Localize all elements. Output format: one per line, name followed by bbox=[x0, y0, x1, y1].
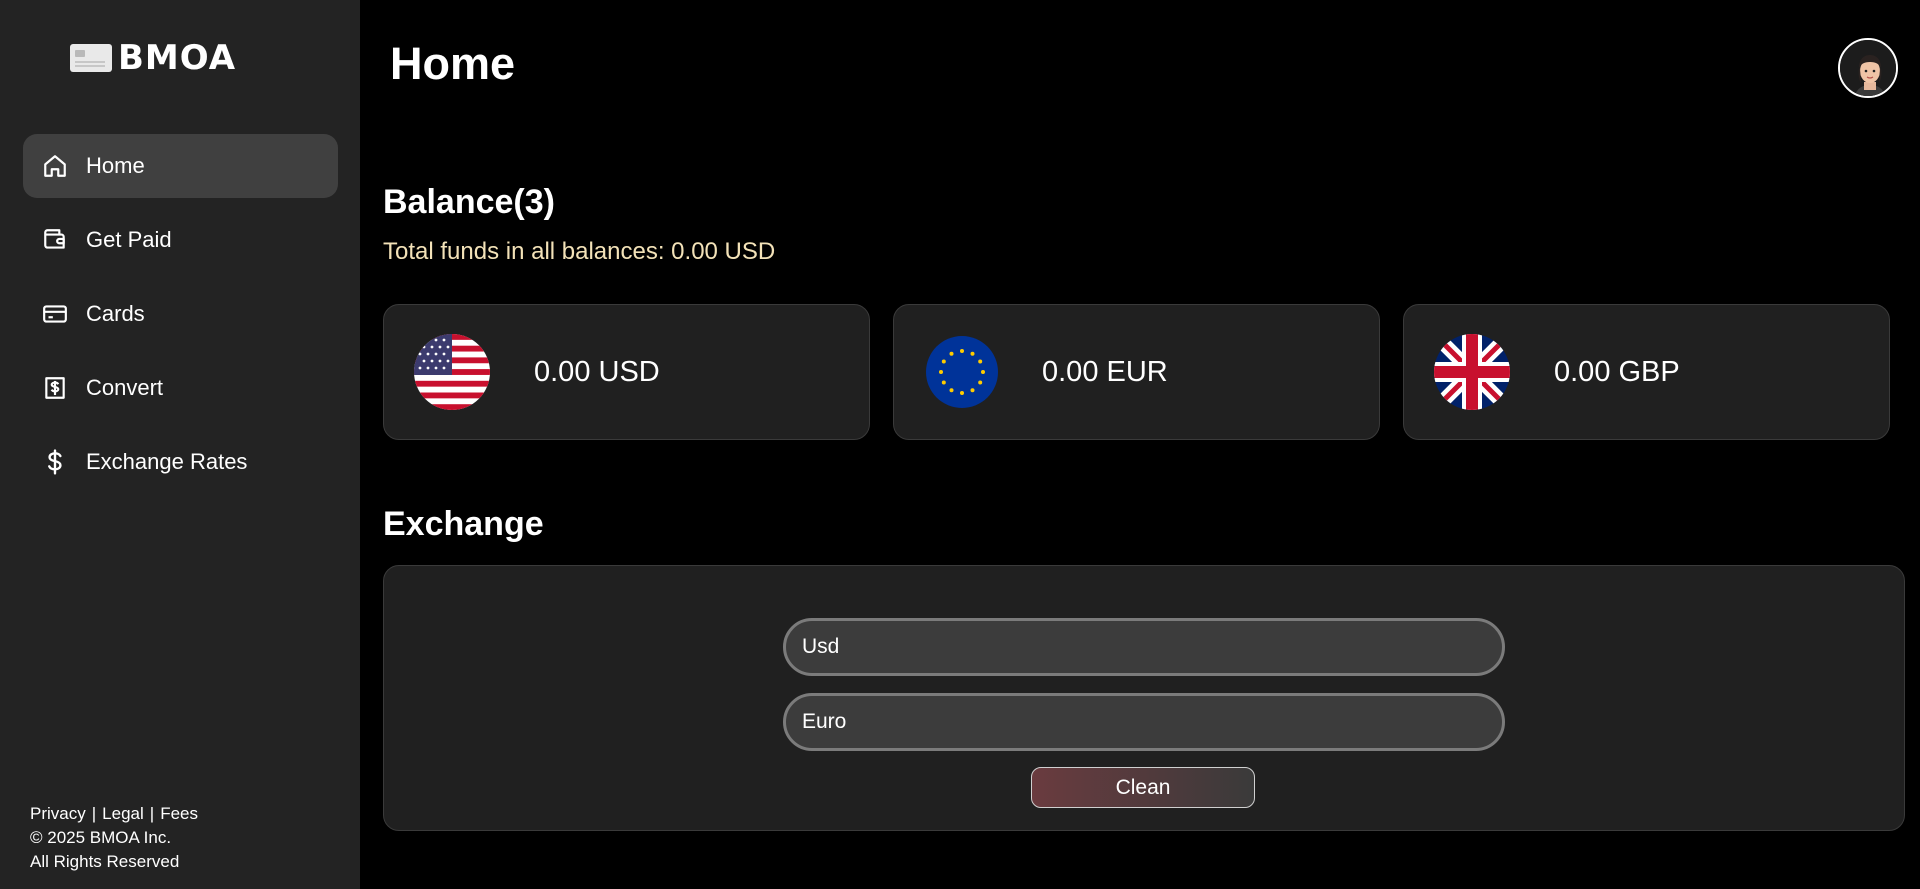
sidebar-item-exchange-rates[interactable]: Exchange Rates bbox=[23, 430, 338, 494]
wallet-icon bbox=[41, 226, 69, 254]
copyright-text: © 2025 BMOA Inc. bbox=[30, 828, 172, 847]
balance-value-usd: 0.00 USD bbox=[534, 355, 660, 388]
balance-value-eur: 0.00 EUR bbox=[1042, 355, 1168, 388]
privacy-link[interactable]: Privacy bbox=[30, 802, 86, 826]
sidebar-item-label: Home bbox=[86, 153, 145, 178]
sidebar-item-home[interactable]: Home bbox=[23, 134, 338, 198]
brand-logo-text: BMOA bbox=[118, 38, 237, 78]
balance-card-eur[interactable]: 0.00 EUR bbox=[893, 304, 1380, 440]
us-flag-icon bbox=[414, 334, 490, 410]
fees-link[interactable]: Fees bbox=[160, 802, 198, 826]
brand-logo[interactable]: BMOA bbox=[70, 38, 237, 78]
sidebar-item-label: Get Paid bbox=[86, 227, 172, 252]
card-logo-icon bbox=[70, 44, 112, 72]
credit-card-icon bbox=[41, 300, 69, 328]
exchange-title: Exchange bbox=[383, 505, 544, 543]
page-title: Home bbox=[390, 38, 516, 89]
footer-links: Privacy | Legal | Fees bbox=[30, 802, 198, 826]
sidebar-nav: Home Get Paid Cards Convert Exchange Rat… bbox=[23, 134, 338, 504]
sidebar-item-label: Exchange Rates bbox=[86, 449, 248, 474]
to-currency-input[interactable] bbox=[783, 693, 1505, 751]
sidebar-item-label: Cards bbox=[86, 301, 145, 326]
home-icon bbox=[41, 152, 69, 180]
dollar-icon bbox=[41, 448, 69, 476]
balance-title: Balance(3) bbox=[383, 183, 555, 221]
sidebar-item-label: Convert bbox=[86, 375, 164, 400]
sidebar: BMOA Home Get Paid Cards Convert Exchang… bbox=[0, 0, 360, 889]
balance-card-gbp[interactable]: 0.00 GBP bbox=[1403, 304, 1890, 440]
legal-link[interactable]: Legal bbox=[102, 802, 144, 826]
sidebar-footer: Privacy | Legal | Fees © 2025 BMOA Inc. … bbox=[30, 802, 198, 874]
separator: | bbox=[149, 804, 155, 823]
separator: | bbox=[91, 804, 97, 823]
balance-card-usd[interactable]: 0.00 USD bbox=[383, 304, 870, 440]
sidebar-item-cards[interactable]: Cards bbox=[23, 282, 338, 346]
exchange-panel: Clean bbox=[383, 565, 1905, 831]
receipt-dollar-icon bbox=[41, 374, 69, 402]
from-currency-input[interactable] bbox=[783, 618, 1505, 676]
sidebar-item-convert[interactable]: Convert bbox=[23, 356, 338, 420]
balance-value-gbp: 0.00 GBP bbox=[1554, 355, 1680, 388]
uk-flag-icon bbox=[1434, 334, 1510, 410]
user-avatar-icon[interactable] bbox=[1838, 38, 1898, 98]
total-funds-text: Total funds in all balances: 0.00 USD bbox=[383, 238, 776, 265]
eu-flag-icon bbox=[926, 336, 998, 408]
sidebar-item-get-paid[interactable]: Get Paid bbox=[23, 208, 338, 272]
rights-text: All Rights Reserved bbox=[30, 852, 180, 871]
clean-button[interactable]: Clean bbox=[1031, 767, 1255, 808]
